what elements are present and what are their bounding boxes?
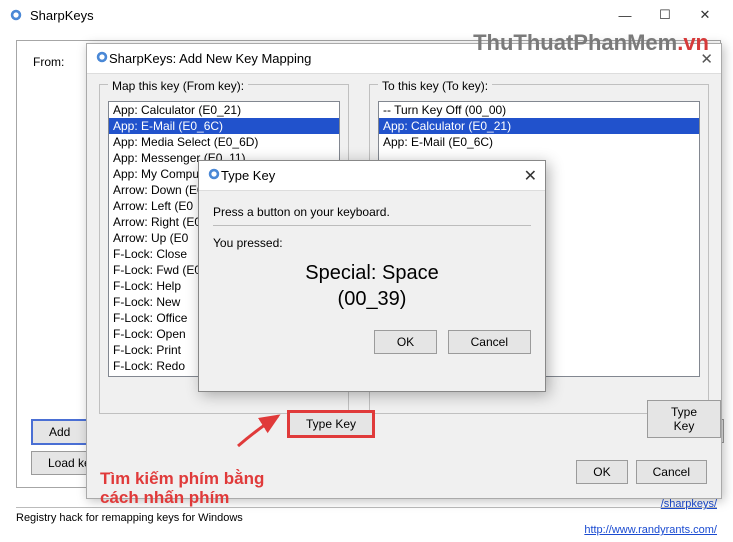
from-group-label: Map this key (From key):: [108, 79, 248, 93]
add-dialog-title: SharpKeys: Add New Key Mapping: [109, 51, 311, 66]
typekey-prompt: Press a button on your keyboard.: [213, 205, 531, 219]
typekey-ok-button[interactable]: OK: [374, 330, 437, 354]
window-title: SharpKeys: [30, 8, 94, 23]
close-icon[interactable]: ✕: [700, 50, 713, 68]
type-key-button-to[interactable]: Type Key: [647, 400, 721, 438]
close-button[interactable]: ✕: [685, 0, 725, 30]
app-icon: [207, 167, 221, 184]
maximize-button[interactable]: ☐: [645, 0, 685, 30]
typekey-pressed-label: You pressed:: [213, 236, 531, 250]
list-item[interactable]: App: E-Mail (E0_6C): [109, 118, 339, 134]
minimize-button[interactable]: —: [605, 0, 645, 30]
type-key-button-from[interactable]: Type Key: [287, 410, 375, 438]
list-item[interactable]: App: Calculator (E0_21): [379, 118, 699, 134]
app-icon: [95, 50, 109, 67]
typekey-titlebar: Type Key ✕: [199, 161, 545, 191]
add-dialog-titlebar: SharpKeys: Add New Key Mapping ✕: [87, 44, 721, 74]
main-window-titlebar: SharpKeys — ☐ ✕: [0, 0, 733, 30]
list-item[interactable]: App: E-Mail (E0_6C): [379, 134, 699, 150]
close-icon[interactable]: ✕: [524, 166, 537, 186]
footer-link-randyrants[interactable]: http://www.randyrants.com/: [584, 524, 717, 536]
typekey-pressed-value: Special: Space (00_39): [213, 260, 531, 312]
list-item[interactable]: -- Turn Key Off (00_00): [379, 102, 699, 118]
typekey-title: Type Key: [221, 168, 275, 183]
app-icon: [8, 7, 24, 23]
list-item[interactable]: App: Media Select (E0_6D): [109, 134, 339, 150]
type-key-dialog: Type Key ✕ Press a button on your keyboa…: [198, 160, 546, 392]
list-item[interactable]: App: Calculator (E0_21): [109, 102, 339, 118]
divider: [213, 225, 531, 226]
footer-text: Registry hack for remapping keys for Win…: [16, 512, 243, 524]
typekey-cancel-button[interactable]: Cancel: [448, 330, 531, 354]
add-dialog-ok-button[interactable]: OK: [576, 460, 627, 484]
footer: Registry hack for remapping keys for Win…: [16, 507, 717, 536]
add-button[interactable]: Add: [31, 419, 88, 445]
footer-link-sharpkeys[interactable]: /sharpkeys/: [661, 498, 717, 510]
to-group-label: To this key (To key):: [378, 79, 492, 93]
add-dialog-cancel-button[interactable]: Cancel: [636, 460, 707, 484]
from-label: From:: [33, 55, 64, 69]
